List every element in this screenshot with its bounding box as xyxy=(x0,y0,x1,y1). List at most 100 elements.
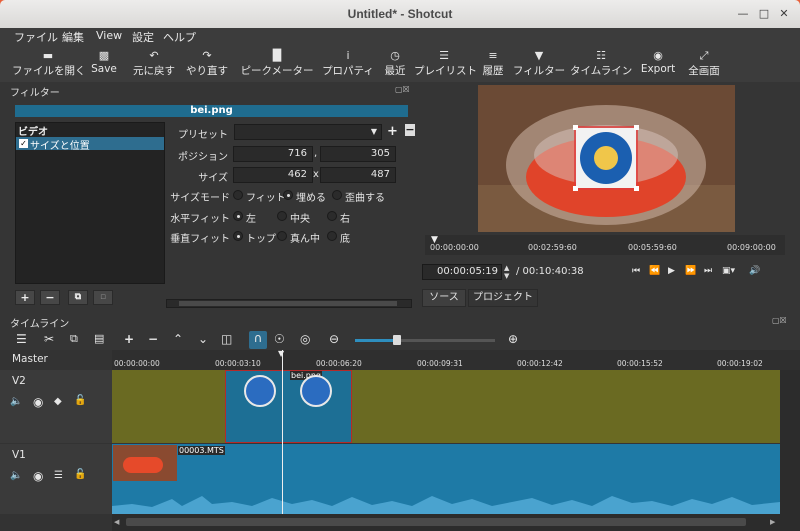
vfit-bottom-radio[interactable] xyxy=(327,231,337,241)
player-ruler[interactable]: ▼ 00:00:00:00 00:02:59:60 00:05:59:60 00… xyxy=(425,235,785,255)
timeline-dock-float-icon[interactable]: ▢☒ xyxy=(772,316,787,325)
append-icon[interactable]: + xyxy=(124,332,134,346)
hfit-left-radio[interactable] xyxy=(233,211,243,221)
history-button[interactable]: ≡ 履歴 xyxy=(478,46,508,82)
volume-icon[interactable]: 🔊 xyxy=(749,266,760,276)
zoom-out-icon[interactable]: ⊖ xyxy=(329,332,339,346)
size-width-field[interactable]: 462 xyxy=(233,167,313,183)
playlist-button[interactable]: ☰ プレイリスト xyxy=(414,46,477,82)
save-button[interactable]: ▩ Save xyxy=(88,46,120,82)
menu-edit[interactable]: 編集 xyxy=(62,29,84,45)
properties-button[interactable]: i プロパティ xyxy=(320,46,376,82)
scroll-right-icon[interactable]: ▶ xyxy=(770,518,775,526)
hfit-center-radio[interactable] xyxy=(277,211,287,221)
scrub-icon[interactable]: ☉ xyxy=(274,332,285,346)
preset-combo[interactable]: ▼ xyxy=(234,124,382,140)
timeline-hscrollbar[interactable]: ◀ ▶ xyxy=(112,514,780,531)
timeline-vscrollbar[interactable] xyxy=(780,370,800,531)
peak-meter-button[interactable]: ▐▌ ピークメーター xyxy=(240,46,314,82)
rewind-icon[interactable]: ⏪ xyxy=(649,266,660,276)
zoom-slider[interactable] xyxy=(355,335,495,345)
menu-view[interactable]: View xyxy=(96,29,122,42)
remove-icon[interactable]: − xyxy=(148,332,158,346)
position-y-field[interactable]: 305 xyxy=(320,146,396,162)
scroll-thumb[interactable] xyxy=(179,301,397,306)
time-spinner-icon[interactable]: ▲ ▼ xyxy=(504,264,509,280)
checkbox-icon[interactable]: ✓ xyxy=(19,139,28,148)
add-filter-button[interactable]: + xyxy=(15,290,35,305)
skip-next-icon[interactable]: ⏭ xyxy=(704,266,712,276)
copy-filter-button[interactable]: ⧉ xyxy=(68,290,88,305)
size-height-field[interactable]: 487 xyxy=(320,167,396,183)
track-v1[interactable]: 00003.MTS xyxy=(112,444,780,514)
fast-forward-icon[interactable]: ⏩ xyxy=(685,266,696,276)
list-item-size-position[interactable]: ✓ サイズと位置 xyxy=(16,137,164,152)
clip-bei-png[interactable]: bei.png xyxy=(225,370,352,443)
maximize-icon[interactable]: □ xyxy=(757,7,771,21)
zoom-in-icon[interactable]: ⊕ xyxy=(508,332,518,346)
fullscreen-button[interactable]: ⤢ 全画面 xyxy=(684,46,724,82)
remove-preset-icon[interactable]: − xyxy=(405,124,415,136)
layers-icon[interactable]: ☰ xyxy=(54,470,63,481)
menu-settings[interactable]: 設定 xyxy=(132,29,154,45)
menu-help[interactable]: ヘルプ xyxy=(163,29,196,45)
composite-icon[interactable]: ◆ xyxy=(54,396,62,407)
lock-icon[interactable]: 🔓 xyxy=(74,469,86,480)
mute-icon[interactable]: 🔈 xyxy=(10,470,22,481)
recent-button[interactable]: ◷ 最近 xyxy=(380,46,410,82)
export-button[interactable]: ◉ Export xyxy=(638,46,678,82)
filter-hscrollbar[interactable] xyxy=(166,299,412,308)
redo-button[interactable]: ↷ やり直す xyxy=(184,46,230,82)
tab-project[interactable]: プロジェクト xyxy=(468,289,538,307)
hide-icon[interactable]: ◉ xyxy=(33,395,43,409)
timeline-playhead[interactable] xyxy=(282,350,283,514)
size-mode-distort-radio[interactable] xyxy=(332,190,342,200)
size-mode-fill-radio[interactable] xyxy=(283,190,293,200)
tab-source[interactable]: ソース xyxy=(422,289,466,307)
lock-icon[interactable]: 🔓 xyxy=(74,395,86,406)
playhead-marker-icon[interactable]: ▼ xyxy=(278,349,284,358)
timeline-menu-icon[interactable]: ☰ xyxy=(16,332,27,346)
timeline-ruler[interactable]: 00:00:00:00 00:00:03:10 00:00:06:20 00:0… xyxy=(112,350,800,370)
size-mode-fit-radio[interactable] xyxy=(233,190,243,200)
position-x-field[interactable]: 716 xyxy=(233,146,313,162)
snap-icon[interactable]: ∩ xyxy=(249,331,267,349)
close-icon[interactable]: ✕ xyxy=(777,7,791,21)
zoom-slider-handle[interactable] xyxy=(393,335,401,345)
dock-float-icon[interactable]: ▢☒ xyxy=(395,85,410,94)
track-header-v1[interactable]: V1 🔈 ◉ ☰ 🔓 xyxy=(0,444,112,514)
clip-00003-mts[interactable]: 00003.MTS xyxy=(112,444,780,514)
hfit-right-radio[interactable] xyxy=(327,211,337,221)
ripple-icon[interactable]: ◎ xyxy=(300,332,310,346)
timeline-dock-title: タイムライン xyxy=(10,319,70,330)
timeline-button[interactable]: ☷ タイムライン xyxy=(570,46,632,82)
grid-toggle-icon[interactable]: ▣▾ xyxy=(722,266,735,276)
track-v2[interactable]: bei.png xyxy=(112,370,780,443)
menu-file[interactable]: ファイル xyxy=(14,29,58,45)
scroll-left-icon[interactable]: ◀ xyxy=(114,518,119,526)
track-header-v2[interactable]: V2 🔈 ◉ ◆ 🔓 xyxy=(0,370,112,443)
vfit-middle-radio[interactable] xyxy=(277,231,287,241)
current-time-field[interactable]: 00:00:05:19 xyxy=(422,264,502,280)
minimize-icon[interactable]: — xyxy=(736,7,750,21)
split-icon[interactable]: ◫ xyxy=(221,332,232,346)
play-icon[interactable]: ▶ xyxy=(668,266,675,276)
video-preview[interactable] xyxy=(478,85,735,232)
cut-icon[interactable]: ✂ xyxy=(44,332,54,346)
skip-previous-icon[interactable]: ⏮ xyxy=(632,266,640,276)
filter-button[interactable]: ▼ フィルター xyxy=(512,46,566,82)
mute-icon[interactable]: 🔈 xyxy=(10,396,22,407)
paste-filter-button[interactable]: ▫ xyxy=(93,290,113,305)
vfit-top-radio[interactable] xyxy=(233,231,243,241)
total-time: / 00:10:40:38 xyxy=(516,266,584,277)
undo-button[interactable]: ↶ 元に戻す xyxy=(130,46,178,82)
add-preset-icon[interactable]: + xyxy=(387,124,398,139)
copy-icon[interactable]: ⧉ xyxy=(70,332,78,346)
scroll-thumb[interactable] xyxy=(126,518,746,526)
open-file-button[interactable]: ▬ ファイルを開く xyxy=(12,46,86,82)
lift-icon[interactable]: ⌃ xyxy=(173,332,183,346)
overwrite-icon[interactable]: ⌄ xyxy=(198,332,208,346)
remove-filter-button[interactable]: − xyxy=(40,290,60,305)
paste-icon[interactable]: ▤ xyxy=(94,332,104,345)
hide-icon[interactable]: ◉ xyxy=(33,469,43,483)
